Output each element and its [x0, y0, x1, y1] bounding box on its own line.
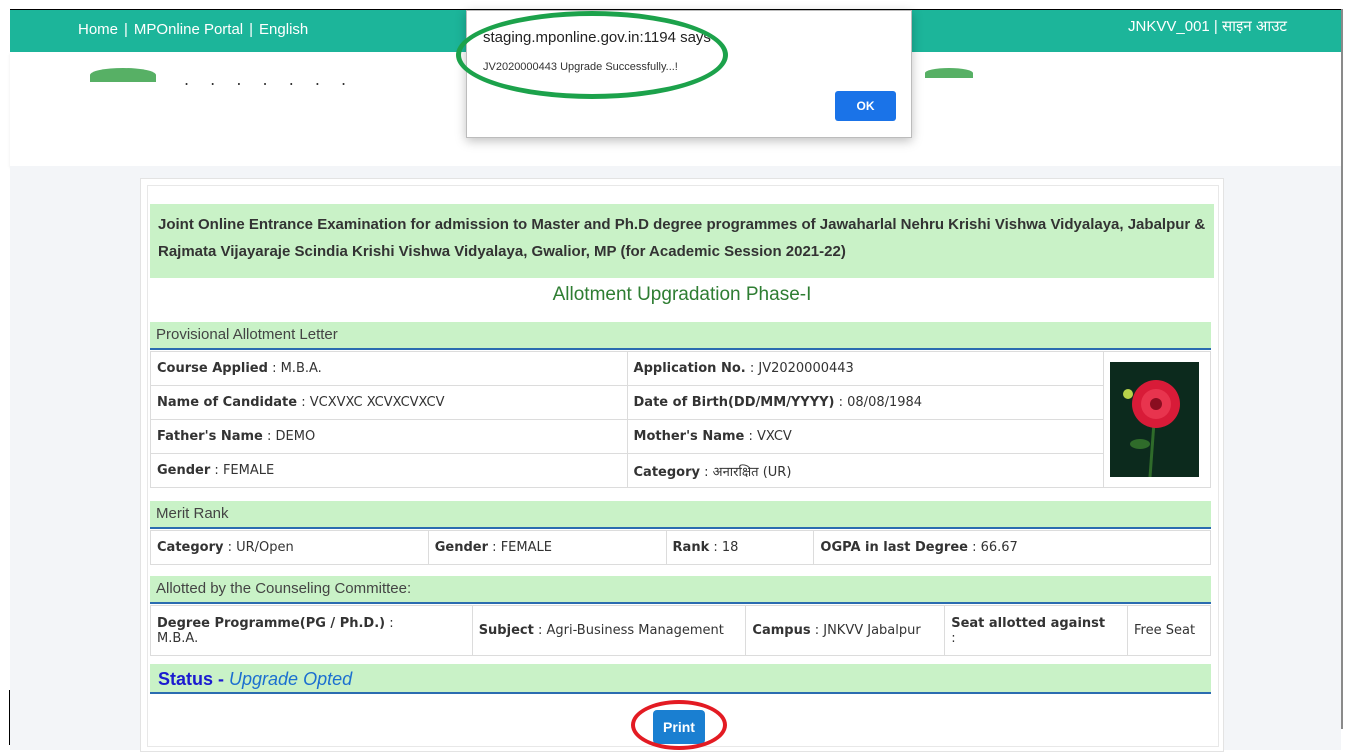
degree-value: M.B.A.	[157, 630, 199, 646]
appno-cell: Application No. : JV2020000443	[626, 351, 1105, 386]
allotted-table: Degree Programme(PG / Ph.D.) : M.B.A. Sub…	[150, 605, 1211, 656]
university-logo-right	[925, 68, 973, 78]
appno-value: JV2020000443	[758, 361, 854, 376]
merit-rank-value: 18	[721, 540, 739, 555]
provisional-table: Course Applied : M.B.A. Application No. …	[150, 351, 1211, 488]
frame-left-line	[9, 690, 10, 745]
red-highlight-ring	[631, 700, 727, 750]
home-link[interactable]: Home	[78, 21, 118, 38]
status-bar: Status - Upgrade Opted	[150, 664, 1211, 694]
mother-value: VXCV	[757, 429, 792, 444]
ok-button[interactable]: OK	[835, 91, 896, 121]
merit-heading: Merit Rank	[150, 501, 1211, 529]
merit-rank-cell: Rank : 18	[665, 530, 815, 565]
user-signout-link[interactable]: JNKVV_001 | साइन आउट	[1128, 16, 1287, 36]
header-logo-text: . . . . . . .	[184, 70, 355, 89]
merit-gender-value: FEMALE	[500, 540, 552, 555]
merit-ogpa-value: 66.67	[980, 540, 1018, 555]
seat-value-cell: Free Seat	[1127, 605, 1211, 656]
merit-ogpa-cell: OGPA in last Degree : 66.67	[813, 530, 1211, 565]
exam-banner: Joint Online Entrance Examination for ad…	[150, 204, 1214, 278]
category-cell: Category : अनारक्षित (UR)	[626, 453, 1105, 488]
seat-label-cell: Seat allotted against:	[944, 605, 1129, 656]
status-label: Status -	[158, 669, 230, 689]
top-nav-links: Home | MPOnline Portal | English	[78, 21, 308, 38]
candidate-photo	[1110, 362, 1199, 478]
name-value: VCXVXC XCVXCVXCV	[309, 395, 445, 410]
page-title: Allotment Upgradation Phase-I	[552, 284, 812, 305]
table-row: Gender : FEMALE Category : अनारक्षित (UR…	[150, 453, 1211, 488]
dob-value: 08/08/1984	[847, 395, 923, 410]
table-row: Father's Name : DEMO Mother's Name : VXC…	[150, 419, 1211, 454]
nav-separator: |	[124, 21, 128, 38]
seat-value: Free Seat	[1134, 623, 1196, 638]
category-value: अनारक्षित (UR)	[712, 464, 792, 480]
subject-value: Agri-Business Management	[546, 623, 724, 638]
father-cell: Father's Name : DEMO	[150, 419, 628, 454]
nav-separator: |	[249, 21, 254, 38]
green-highlight-ring	[456, 11, 728, 99]
course-cell: Course Applied : M.B.A.	[150, 351, 628, 386]
provisional-heading: Provisional Allotment Letter	[150, 322, 1211, 350]
table-row: Degree Programme(PG / Ph.D.) : M.B.A. Sub…	[150, 605, 1211, 656]
language-link[interactable]: English	[259, 21, 308, 38]
merit-category-value: UR/Open	[236, 540, 294, 555]
frame-right-line	[1341, 9, 1343, 729]
merit-gender-cell: Gender : FEMALE	[427, 530, 667, 565]
gender-cell: Gender : FEMALE	[150, 453, 628, 488]
table-row: Name of Candidate : VCXVXC XCVXCVXCV Dat…	[150, 385, 1211, 420]
campus-value: JNKVV Jabalpur	[823, 623, 921, 638]
allotted-heading: Allotted by the Counseling Committee:	[150, 576, 1211, 604]
university-logo-left	[90, 68, 156, 82]
merit-category-cell: Category : UR/Open	[150, 530, 429, 565]
gender-value: FEMALE	[222, 463, 275, 478]
table-row: Category : UR/Open Gender : FEMALE Rank …	[150, 530, 1211, 565]
portal-link[interactable]: MPOnline Portal	[134, 21, 243, 38]
dob-cell: Date of Birth(DD/MM/YYYY) : 08/08/1984	[626, 385, 1105, 420]
mother-cell: Mother's Name : VXCV	[626, 419, 1105, 454]
name-cell: Name of Candidate : VCXVXC XCVXCVXCV	[150, 385, 628, 420]
campus-cell: Campus : JNKVV Jabalpur	[745, 605, 946, 656]
degree-cell: Degree Programme(PG / Ph.D.) : M.B.A.	[150, 605, 473, 656]
course-value: M.B.A.	[280, 361, 322, 376]
merit-table: Category : UR/Open Gender : FEMALE Rank …	[150, 530, 1211, 565]
subject-cell: Subject : Agri-Business Management	[471, 605, 747, 656]
table-row: Course Applied : M.B.A. Application No. …	[150, 351, 1211, 488]
flower-photo-icon	[1110, 362, 1199, 478]
status-value: Upgrade Opted	[229, 669, 353, 689]
father-value: DEMO	[275, 429, 316, 444]
